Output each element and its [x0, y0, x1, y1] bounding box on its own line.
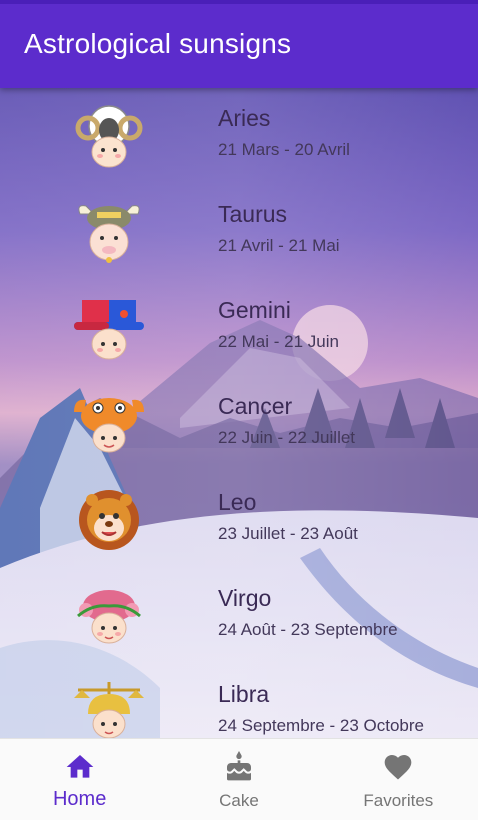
nav-home-label: Home: [52, 788, 107, 810]
taurus-bull-icon: [78, 205, 140, 263]
nav-favorites-label: Favorites: [363, 791, 434, 810]
sunsign-list: Aries 21 Mars - 20 Avril Taurus 21 Avril…: [0, 88, 478, 738]
sign-name: Virgo: [218, 585, 272, 611]
sign-name: Aries: [218, 105, 271, 131]
sign-name: Taurus: [218, 201, 288, 227]
sign-name: Gemini: [218, 297, 291, 323]
nav-home[interactable]: Home: [0, 739, 159, 820]
sign-list-area[interactable]: Aries 21 Mars - 20 Avril Taurus 21 Avril…: [0, 88, 478, 738]
aries-ram-icon: [75, 105, 143, 168]
cancer-crab-icon: [74, 398, 144, 453]
list-item[interactable]: Virgo 24 Août - 23 Septembre: [0, 568, 478, 664]
sign-dates: 24 Août - 23 Septembre: [218, 620, 398, 639]
libra-scales-icon: [74, 682, 144, 738]
list-item[interactable]: Gemini 22 Mai - 21 Juin: [0, 280, 478, 376]
bottom-navigation: Home Cake Favorites: [0, 738, 478, 820]
sign-dates: 22 Juin - 22 Juillet: [218, 428, 356, 447]
list-item[interactable]: Libra 24 Septembre - 23 Octobre: [0, 664, 478, 738]
app-bar: Astrological sunsigns: [0, 0, 478, 88]
sign-dates: 23 Juillet - 23 Août: [218, 524, 358, 543]
cake-icon: [226, 751, 251, 781]
list-item[interactable]: Taurus 21 Avril - 21 Mai: [0, 184, 478, 280]
sign-dates: 22 Mai - 21 Juin: [218, 332, 339, 351]
sign-name: Cancer: [218, 393, 293, 419]
gemini-hat-icon: [74, 300, 144, 360]
list-item[interactable]: Cancer 22 Juin - 22 Juillet: [0, 376, 478, 472]
sign-dates: 24 Septembre - 23 Octobre: [218, 716, 425, 735]
sign-dates: 21 Mars - 20 Avril: [218, 140, 350, 159]
status-bar: [0, 0, 478, 4]
virgo-flowers-icon: [77, 590, 141, 644]
list-item[interactable]: Leo 23 Juillet - 23 Août: [0, 472, 478, 568]
leo-lion-icon: [79, 490, 139, 550]
nav-cake-label: Cake: [219, 791, 259, 810]
nav-favorites[interactable]: Favorites: [319, 739, 478, 820]
sign-dates: 21 Avril - 21 Mai: [218, 236, 340, 255]
heart-icon: [384, 755, 412, 780]
list-item[interactable]: Aries 21 Mars - 20 Avril: [0, 88, 478, 184]
sign-name: Libra: [218, 681, 270, 707]
page-title: Astrological sunsigns: [24, 28, 292, 59]
home-icon: [66, 755, 93, 778]
sign-name: Leo: [218, 489, 257, 515]
nav-cake[interactable]: Cake: [159, 739, 318, 820]
app-screen: Astrological sunsigns Aries 21 Mars - 20…: [0, 0, 478, 820]
